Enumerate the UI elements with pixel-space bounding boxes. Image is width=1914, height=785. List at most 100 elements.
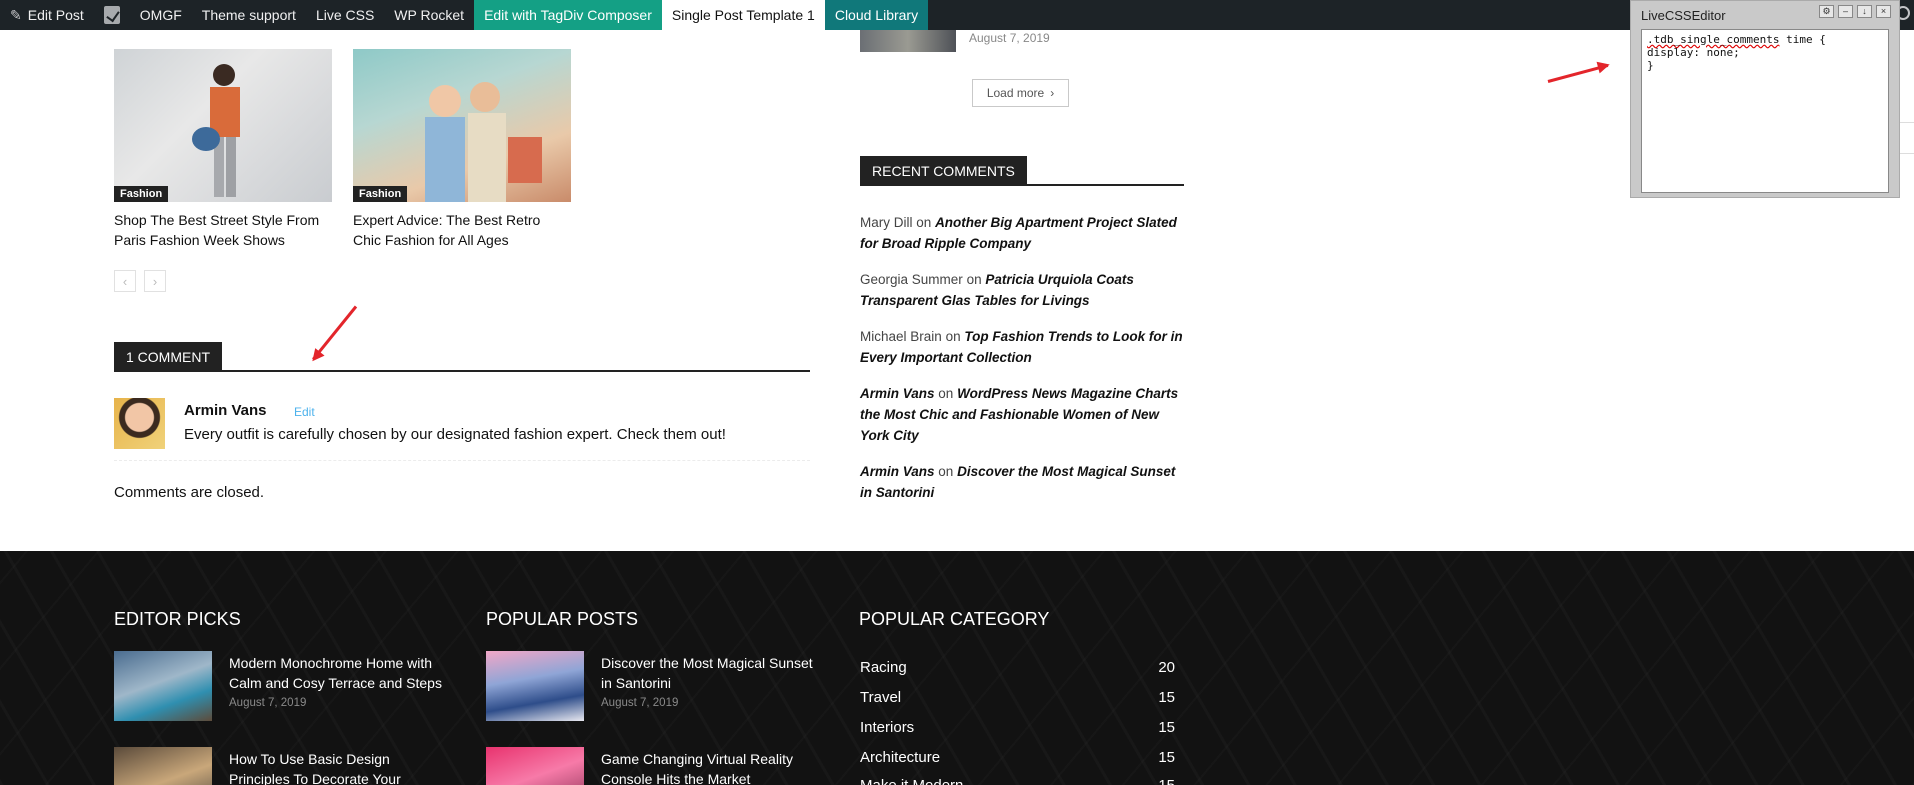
css-declaration: display: none;: [1647, 46, 1740, 59]
related-post-card[interactable]: Fashion Expert Advice: The Best Retro Ch…: [353, 49, 571, 250]
footer-post-date: August 7, 2019: [601, 697, 679, 709]
related-post-thumbnail[interactable]: Fashion: [114, 49, 332, 202]
recent-comment-item: Mary Dill on Another Big Apartment Proje…: [860, 212, 1186, 254]
related-post-card[interactable]: Fashion Shop The Best Street Style From …: [114, 49, 332, 250]
sidebar-post-thumbnail[interactable]: [860, 30, 956, 52]
next-page-button[interactable]: ›: [144, 270, 166, 292]
load-more-label: Load more: [986, 86, 1045, 100]
pencil-icon: ✎: [10, 7, 22, 23]
recent-comments-heading: RECENT COMMENTS: [860, 156, 1027, 184]
category-tag[interactable]: Fashion: [114, 186, 169, 202]
edit-post-label: Edit Post: [27, 7, 84, 23]
popular-posts-heading: POPULAR POSTS: [486, 609, 639, 629]
recent-comment-on: on: [945, 329, 961, 344]
recent-comment-item: Georgia Summer on Patricia Urquiola Coat…: [860, 269, 1186, 311]
comment-edit-link[interactable]: Edit: [294, 405, 315, 419]
footer-post-item[interactable]: Game Changing Virtual Reality Console Hi…: [486, 747, 826, 785]
footer-post-thumbnail[interactable]: [114, 747, 212, 785]
sidebar-post-date: August 7, 2019: [969, 31, 1050, 45]
footer-post-title[interactable]: Discover the Most Magical Sunset in Sant…: [601, 653, 826, 693]
yoast-menu[interactable]: [94, 0, 130, 30]
footer-post-thumbnail[interactable]: [486, 651, 584, 721]
comment-text: Every outfit is carefully chosen by our …: [184, 426, 726, 443]
window-controls: ⚙ – ↓ ×: [1819, 5, 1891, 18]
recent-comment-item: Michael Brain on Top Fashion Trends to L…: [860, 326, 1186, 368]
recent-comment-author: Michael Brain: [860, 329, 942, 344]
editor-picks-heading: EDITOR PICKS: [114, 609, 241, 629]
comments-heading: 1 COMMENT: [114, 342, 222, 370]
fashion-model-image: [192, 64, 240, 197]
css-selector-text: .tdb_single_comments: [1647, 33, 1780, 46]
yoast-icon: [103, 6, 120, 24]
css-selector-rest: time {: [1779, 33, 1826, 46]
footer-post-date: August 7, 2019: [229, 697, 307, 709]
footer-post-item[interactable]: How To Use Basic Design Principles To De…: [114, 747, 454, 785]
comment-item: Armin Vans Edit Every outfit is carefull…: [114, 398, 810, 461]
chevron-right-icon: ›: [1050, 86, 1055, 100]
live-css-editor-window[interactable]: LiveCSSEditor ⚙ – ↓ × .tdb_single_commen…: [1630, 0, 1900, 198]
footer-post-thumbnail[interactable]: [114, 651, 212, 721]
footer: EDITOR PICKS POPULAR POSTS POPULAR CATEG…: [0, 551, 1914, 785]
dock-icon[interactable]: ↓: [1857, 5, 1872, 18]
category-count: 15: [1158, 719, 1175, 736]
category-name: Interiors: [860, 719, 915, 736]
recent-comment-author: Georgia Summer: [860, 272, 963, 287]
edit-post-link[interactable]: ✎ Edit Post: [0, 0, 94, 30]
tagdiv-composer-link[interactable]: Edit with TagDiv Composer: [474, 0, 662, 30]
settings-icon[interactable]: ⚙: [1819, 5, 1834, 18]
live-css-link[interactable]: Live CSS: [306, 0, 384, 30]
recent-comment-item: Armin Vans on WordPress News Magazine Ch…: [860, 383, 1186, 446]
footer-post-item[interactable]: Modern Monochrome Home with Calm and Cos…: [114, 651, 454, 721]
related-post-title[interactable]: Expert Advice: The Best Retro Chic Fashi…: [353, 210, 571, 250]
single-post-template-link[interactable]: Single Post Template 1: [661, 0, 825, 30]
css-code-editor[interactable]: .tdb_single_comments time { display: non…: [1641, 29, 1889, 193]
minimize-icon[interactable]: –: [1838, 5, 1853, 18]
category-count: 15: [1158, 777, 1175, 785]
recent-comment-on: on: [938, 464, 954, 479]
category-row[interactable]: Make it Modern 15: [860, 777, 1175, 785]
recent-comment-on: on: [966, 272, 982, 287]
close-icon[interactable]: ×: [1876, 5, 1891, 18]
comments-closed-text: Comments are closed.: [114, 484, 265, 501]
omgf-link[interactable]: OMGF: [130, 0, 192, 30]
category-count: 15: [1158, 749, 1175, 766]
footer-post-item[interactable]: Discover the Most Magical Sunset in Sant…: [486, 651, 826, 721]
footer-post-title[interactable]: Modern Monochrome Home with Calm and Cos…: [229, 653, 454, 693]
category-count: 15: [1158, 689, 1175, 706]
recent-comment-item: Armin Vans on Discover the Most Magical …: [860, 461, 1186, 503]
recent-comment-author: Mary Dill: [860, 215, 913, 230]
category-name: Racing: [860, 659, 907, 676]
popular-category-heading: POPULAR CATEGORY: [859, 609, 1050, 629]
comments-heading-block: 1 COMMENT: [114, 342, 810, 372]
wp-rocket-link[interactable]: WP Rocket: [384, 0, 474, 30]
recent-comment-author[interactable]: Armin Vans: [860, 386, 935, 401]
recent-comments-list: Mary Dill on Another Big Apartment Proje…: [860, 212, 1186, 518]
category-count: 20: [1158, 659, 1175, 676]
theme-support-link[interactable]: Theme support: [192, 0, 306, 30]
category-row[interactable]: Architecture 15: [860, 749, 1175, 779]
live-css-editor-title: LiveCSSEditor: [1641, 8, 1726, 23]
recent-comments-heading-block: RECENT COMMENTS: [860, 156, 1184, 186]
load-more-button[interactable]: Load more ›: [972, 79, 1069, 107]
shopping-women-image: [425, 82, 542, 202]
footer-post-title[interactable]: Game Changing Virtual Reality Console Hi…: [601, 749, 826, 785]
category-tag[interactable]: Fashion: [353, 186, 408, 202]
related-post-title[interactable]: Shop The Best Street Style From Paris Fa…: [114, 210, 332, 250]
related-post-thumbnail[interactable]: Fashion: [353, 49, 571, 202]
prev-page-button[interactable]: ‹: [114, 270, 136, 292]
admin-bar: ✎ Edit Post OMGF Theme support Live CSS …: [0, 0, 1914, 30]
annotation-arrow: [1547, 58, 1612, 83]
category-row[interactable]: Racing 20: [860, 659, 1175, 689]
category-row[interactable]: Travel 15: [860, 689, 1175, 719]
avatar: [114, 398, 165, 449]
related-pager: ‹ ›: [114, 270, 166, 292]
footer-post-thumbnail[interactable]: [486, 747, 584, 785]
category-name: Travel: [860, 689, 902, 706]
comment-author: Armin Vans: [184, 402, 267, 419]
category-row[interactable]: Interiors 15: [860, 719, 1175, 749]
cloud-library-link[interactable]: Cloud Library: [824, 0, 929, 30]
recent-comment-author[interactable]: Armin Vans: [860, 464, 935, 479]
category-name: Make it Modern: [860, 777, 963, 785]
recent-comment-on: on: [916, 215, 932, 230]
footer-post-title[interactable]: How To Use Basic Design Principles To De…: [229, 749, 454, 785]
